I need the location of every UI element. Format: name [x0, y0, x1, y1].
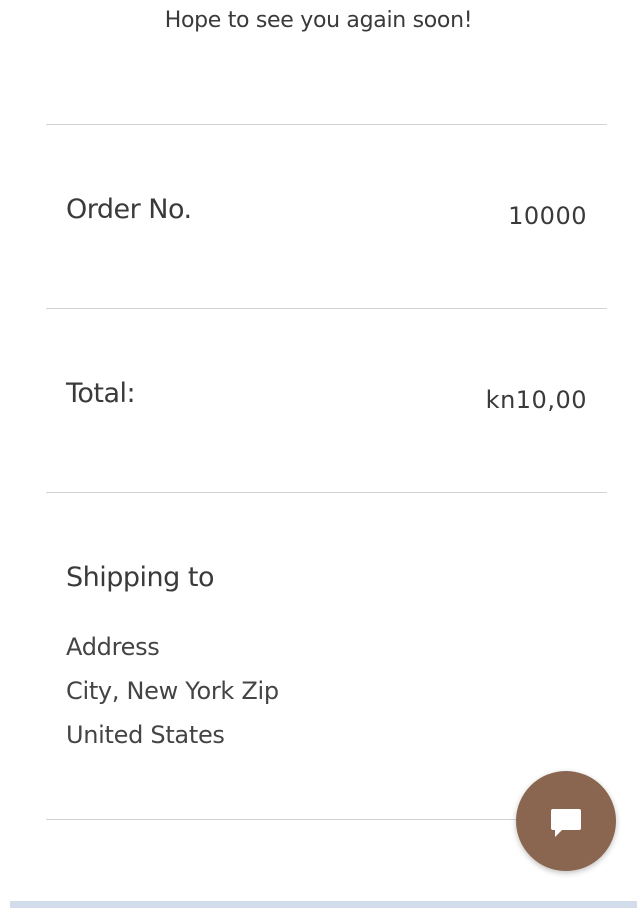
address-line: Address [66, 633, 160, 661]
bottom-bar [10, 901, 637, 908]
total-value: kn10,00 [485, 386, 587, 414]
address-line: City, New York Zip [66, 677, 279, 705]
divider [46, 308, 607, 309]
thank-you-message: Hope to see you again soon! [164, 8, 473, 33]
divider [46, 492, 607, 493]
address-line: United States [66, 721, 225, 749]
divider [46, 124, 607, 125]
order-number-value: 10000 [508, 202, 587, 230]
total-label: Total: [66, 378, 136, 409]
chat-bubble-icon [551, 809, 581, 837]
order-number-label: Order No. [66, 194, 192, 225]
shipping-heading: Shipping to [66, 562, 214, 593]
chat-button[interactable] [516, 771, 616, 871]
